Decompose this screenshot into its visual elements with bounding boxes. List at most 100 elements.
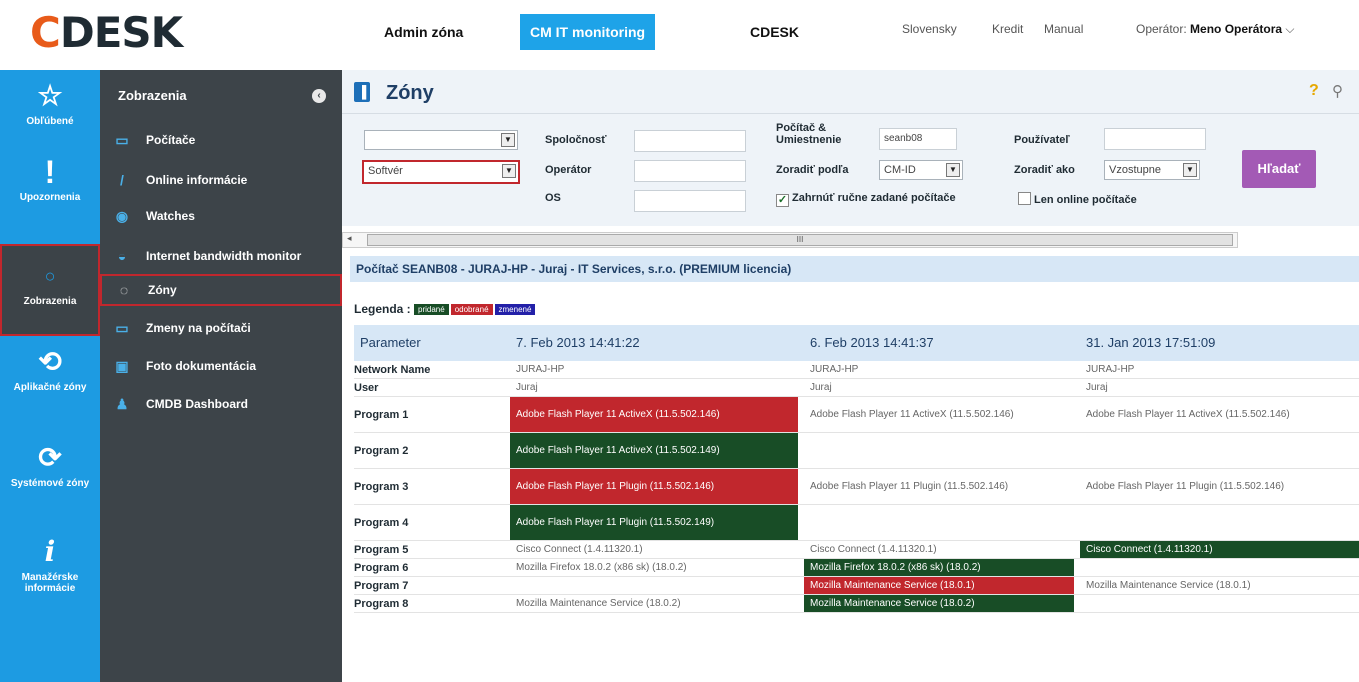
sidebar-title: Zobrazenia [118,88,187,103]
filter-select-softver[interactable]: Softvér ▼ [362,160,520,184]
collapse-sidebar-button[interactable]: ‹ [312,89,326,103]
row-value: Cisco Connect (1.4.11320.1) [810,543,937,555]
page-icon: ▐ [354,82,370,102]
row-value: Juraj [810,381,832,393]
row-value: Adobe Flash Player 11 ActiveX (11.5.502.… [810,408,1014,420]
sidebar-item-cmdb[interactable]: ♟ CMDB Dashboard [100,388,342,420]
table-row: Program 3 Adobe Flash Player 11 Plugin (1… [354,469,1359,505]
row-value: JURAJ-HP [810,363,859,375]
row-value: Cisco Connect (1.4.11320.1) [516,543,643,555]
sidebar-item-watches[interactable]: ◉ Watches [100,200,342,232]
nav-cdesk[interactable]: CDESK [750,14,799,50]
star-icon: ☆ [37,80,63,111]
search-button[interactable]: Hľadať [1242,150,1316,188]
operator-filter-label: Operátor [545,164,592,176]
filter-select-1[interactable]: ▼ [364,130,518,150]
row-value [1080,433,1359,468]
table-row: Network Name JURAJ-HP JURAJ-HP JURAJ-HP [354,361,1359,379]
top-bar: CDESK Admin zóna CM IT monitoring CDESK … [0,0,1359,70]
pocitac-input[interactable]: seanb08 [879,128,957,150]
operator-menu[interactable]: Operátor: Meno Operátora ⌵ [1136,22,1295,37]
online-pc-checkbox[interactable]: Len online počítače [1018,192,1137,206]
help-icon[interactable]: ? [1309,82,1319,100]
chevron-down-icon: ▼ [1183,163,1197,177]
cdesk-logo[interactable]: CDESK [30,8,183,57]
lang-link[interactable]: Slovensky [902,22,957,36]
sidebar-item-foto[interactable]: ▣ Foto dokumentácia [100,350,342,382]
row-parameter: Program 3 [354,480,409,493]
row-value [510,577,798,594]
row-parameter: Program 7 [354,579,409,592]
sidebar-item-label: Zóny [148,283,177,297]
row-value [1080,559,1359,576]
eye-icon: ◉ [115,208,129,224]
scroll-left-icon[interactable]: ◂ [347,233,352,244]
spolocnost-label: Spoločnosť [545,134,607,146]
monitor-change-icon: ▭ [115,320,129,336]
sub-sidebar: Zobrazenia ‹ ▭ Počítače / Online informáci… [100,70,342,682]
iconbar-zobrazenia[interactable]: ○ Zobrazenia [0,244,100,336]
table-row: Program 4 Adobe Flash Player 11 Plugin (1… [354,505,1359,541]
row-value: Mozilla Maintenance Service (18.0.2) [516,597,681,609]
sidebar-item-zmeny[interactable]: ▭ Zmeny na počítači [100,312,342,344]
monitor-icon: ▭ [115,132,129,148]
table-row: Program 7 Mozilla Maintenance Service (18… [354,577,1359,595]
iconbar-label: Systémové zóny [10,478,90,489]
eye-icon: ○ [44,266,56,286]
row-value: Adobe Flash Player 11 Plugin (11.5.502.1… [510,505,798,540]
main-content: ▐ Zóny ? ⚲ ▼ Softvér ▼ Spoločnosť Operáto… [342,70,1359,682]
iconbar-upozornenia[interactable]: ! Upozornenia [0,156,100,226]
operator-input[interactable] [634,160,746,182]
os-input[interactable] [634,190,746,212]
horizontal-scrollbar[interactable]: ◂ III [342,232,1238,248]
page-title: Zóny [386,82,434,104]
row-value: Cisco Connect (1.4.11320.1) [1080,541,1359,558]
sidebar-item-pocitace[interactable]: ▭ Počítače [100,124,342,156]
filter-panel: ▼ Softvér ▼ Spoločnosť Operátor OS Počíta… [342,114,1359,226]
row-value: Juraj [516,381,538,393]
iconbar-label: Obľúbené [26,116,74,127]
header-date: 31. Jan 2013 17:51:09 [1086,335,1216,350]
table-row: Program 8 Mozilla Maintenance Service (18… [354,595,1359,613]
row-parameter: Program 5 [354,543,409,556]
row-value: Adobe Flash Player 11 Plugin (11.5.502.1… [810,480,1009,492]
iconbar-systemove-zony[interactable]: ⟳ Systémové zóny [0,442,100,522]
row-parameter: Program 4 [354,516,409,529]
legend-removed: odobrané [450,304,493,315]
iconbar-label: Zobrazenia [23,296,77,307]
zone-icon: ◌ [119,282,129,298]
row-parameter: Program 6 [354,561,409,574]
iconbar-oblubene[interactable]: ☆ Obľúbené [0,80,100,140]
zoradit-podla-label: Zoradiť podľa [776,164,849,176]
zoradit-podla-select[interactable]: CM-ID ▼ [879,160,963,180]
search-icon[interactable]: ⚲ [1332,82,1343,100]
sidebar-item-online-informacie[interactable]: / Online informácie [100,164,342,196]
nav-cm-it-monitoring[interactable]: CM IT monitoring [520,14,656,50]
row-value: Mozilla Firefox 18.0.2 (x86 sk) (18.0.2) [804,559,1074,576]
kredit-link[interactable]: Kredit [992,22,1023,36]
row-value: Mozilla Firefox 18.0.2 (x86 sk) (18.0.2) [516,561,687,573]
iconbar-aplikacne-zony[interactable]: ⟲ Aplikačné zóny [0,346,100,426]
operator-name: Meno Operátora [1190,22,1283,36]
row-value [1080,505,1359,540]
iconbar-manazerske-informacie[interactable]: i Manažérske informácie [0,536,100,616]
spolocnost-input[interactable] [634,130,746,152]
row-value: Adobe Flash Player 11 ActiveX (11.5.502.… [510,433,798,468]
zoradit-ako-label: Zoradiť ako [1014,164,1075,176]
sidebar-item-label: Foto dokumentácia [146,359,257,373]
pouzivatel-input[interactable] [1104,128,1206,150]
sidebar-item-zony[interactable]: ◌ Zóny [100,274,342,306]
iconbar-label: Manažérske informácie [21,572,79,594]
icon-bar: ☆ Obľúbené ! Upozornenia ○ Zobrazenia ⟲ … [0,70,100,682]
zoradit-ako-select[interactable]: Vzostupne ▼ [1104,160,1200,180]
nav-admin-zona[interactable]: Admin zóna [384,14,463,50]
manual-pc-checkbox[interactable]: ✓ Zahrnúť ručne zadané počítače [776,192,956,207]
row-parameter: Program 8 [354,597,409,610]
row-parameter: Program 2 [354,444,409,457]
exclamation-icon: ! [44,154,56,190]
manual-link[interactable]: Manual [1044,22,1083,36]
row-parameter: Network Name [354,363,431,376]
scrollbar-thumb[interactable]: III [367,234,1233,246]
sidebar-item-internet-bandwidth[interactable]: ◒ Internet bandwidth monitor [100,240,342,272]
checkbox-checked-icon: ✓ [776,194,789,207]
